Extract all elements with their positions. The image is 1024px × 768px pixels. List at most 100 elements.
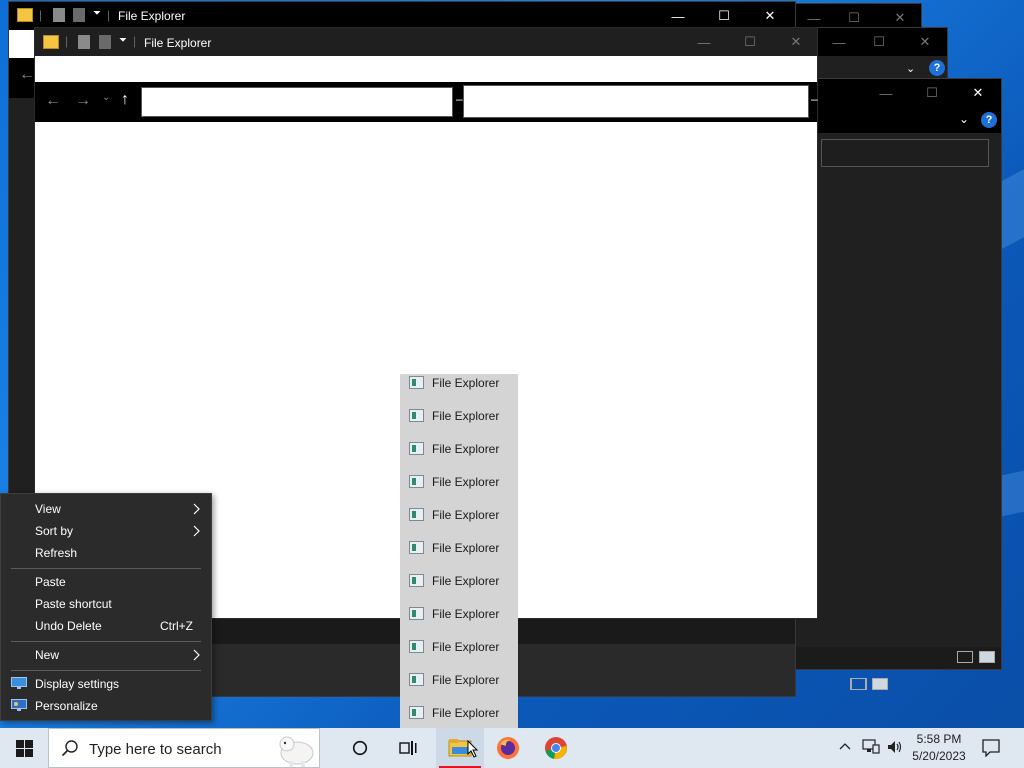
task-view-button[interactable] bbox=[384, 728, 432, 768]
list-item[interactable]: File Explorer bbox=[400, 531, 518, 564]
taskbar: Type here to search 5:58 PM 5/20/2023 bbox=[0, 728, 1024, 768]
window-thumbnail-icon bbox=[409, 442, 424, 455]
taskbar-jump-list: File Explorer File Explorer File Explore… bbox=[400, 374, 518, 728]
list-item[interactable]: File Explorer bbox=[400, 366, 518, 399]
window-thumbnail-icon bbox=[409, 541, 424, 554]
menu-item-paste-shortcut[interactable]: Paste shortcut bbox=[1, 593, 211, 615]
back-arrow-icon[interactable]: ← bbox=[45, 92, 61, 110]
menu-item-new[interactable]: New bbox=[1, 644, 211, 666]
help-icon[interactable]: ? bbox=[929, 60, 945, 76]
taskbar-chrome[interactable] bbox=[532, 728, 580, 768]
window-titlebar[interactable]: — ☐ ✕ bbox=[816, 28, 947, 56]
list-item[interactable]: File Explorer bbox=[400, 498, 518, 531]
minimize-button[interactable]: — bbox=[863, 79, 909, 107]
new-folder-icon[interactable] bbox=[73, 8, 85, 22]
menu-item-personalize[interactable]: Personalize bbox=[1, 695, 211, 717]
chevron-right-icon bbox=[193, 503, 201, 518]
window-thumbnail-icon bbox=[409, 706, 424, 719]
network-button[interactable] bbox=[862, 739, 880, 758]
chevron-down-icon[interactable]: ⌄ bbox=[959, 112, 975, 128]
large-icons-view-icon[interactable] bbox=[979, 651, 995, 663]
address-dropdown-icon[interactable]: – bbox=[456, 92, 463, 106]
task-view-icon bbox=[399, 741, 417, 755]
recent-locations-icon[interactable]: ⌄ bbox=[102, 92, 110, 103]
menu-item-view[interactable]: View bbox=[1, 498, 211, 520]
clock-date[interactable]: 5/20/2023 bbox=[908, 749, 970, 763]
close-button[interactable]: ✕ bbox=[773, 28, 819, 56]
notification-icon bbox=[982, 739, 1000, 758]
clock-time[interactable]: 5:58 PM bbox=[908, 732, 970, 746]
customize-toolbar-icon[interactable]: ⏷ bbox=[93, 8, 101, 19]
address-bar[interactable] bbox=[141, 87, 453, 117]
up-arrow-icon[interactable]: ↑ bbox=[121, 91, 129, 109]
menu-item-refresh[interactable]: Refresh bbox=[1, 542, 211, 564]
maximize-button[interactable]: ☐ bbox=[909, 79, 955, 107]
forward-arrow-icon[interactable]: → bbox=[75, 92, 91, 110]
list-item[interactable]: File Explorer bbox=[400, 630, 518, 663]
taskbar-firefox[interactable] bbox=[484, 728, 532, 768]
list-item[interactable]: File Explorer bbox=[400, 663, 518, 696]
maximize-button[interactable]: ☐ bbox=[701, 2, 747, 30]
minimize-button[interactable]: — bbox=[681, 28, 727, 56]
refresh-icon[interactable]: – bbox=[811, 92, 818, 106]
window-thumbnail-icon bbox=[409, 409, 424, 422]
separator-icon: | bbox=[133, 34, 137, 48]
mouse-cursor-icon bbox=[467, 739, 479, 761]
navigation-bar: ← → ⌄ ↑ – – bbox=[35, 82, 818, 122]
windows-logo-icon bbox=[15, 739, 33, 757]
maximize-button[interactable]: ☐ bbox=[727, 28, 773, 56]
window-thumbnail-icon bbox=[409, 376, 424, 389]
minimize-button[interactable]: — bbox=[655, 2, 701, 30]
list-item[interactable]: File Explorer bbox=[400, 432, 518, 465]
close-button[interactable]: ✕ bbox=[902, 28, 948, 56]
show-hidden-icons-button[interactable] bbox=[838, 740, 852, 757]
window-thumbnail-icon bbox=[409, 574, 424, 587]
list-item[interactable]: File Explorer bbox=[400, 597, 518, 630]
separator-icon: | bbox=[65, 34, 69, 48]
chevron-right-icon bbox=[193, 649, 201, 664]
details-view-icon[interactable] bbox=[957, 651, 973, 663]
close-button[interactable]: ✕ bbox=[955, 79, 1001, 107]
window-thumbnail-icon bbox=[409, 475, 424, 488]
chevron-up-icon bbox=[839, 743, 851, 750]
taskbar-file-explorer[interactable] bbox=[436, 728, 484, 768]
menu-item-display-settings[interactable]: Display settings bbox=[1, 673, 211, 695]
network-icon bbox=[862, 739, 880, 754]
close-button[interactable]: ✕ bbox=[747, 2, 793, 30]
maximize-button[interactable]: ☐ bbox=[856, 28, 902, 56]
menu-separator bbox=[11, 641, 201, 642]
window-titlebar[interactable]: | ⏷ | File Explorer — ☐ ✕ bbox=[35, 28, 817, 56]
customize-toolbar-icon[interactable]: ⏷ bbox=[119, 35, 127, 46]
menu-separator bbox=[11, 568, 201, 569]
list-item[interactable]: File Explorer bbox=[400, 465, 518, 498]
list-item[interactable]: File Explorer bbox=[400, 564, 518, 597]
help-icon[interactable]: ? bbox=[981, 112, 997, 128]
action-center-button[interactable] bbox=[982, 739, 1000, 760]
menu-item-paste[interactable]: Paste bbox=[1, 571, 211, 593]
properties-icon[interactable] bbox=[78, 35, 90, 49]
large-icons-view-icon[interactable] bbox=[872, 678, 888, 690]
menu-item-undo-delete[interactable]: Undo Delete Ctrl+Z bbox=[1, 615, 211, 637]
menu-separator bbox=[11, 670, 201, 671]
window-title: File Explorer bbox=[118, 9, 186, 23]
list-item[interactable]: File Explorer bbox=[400, 696, 518, 729]
details-view-icon[interactable] bbox=[850, 678, 866, 690]
list-item[interactable]: File Explorer bbox=[400, 399, 518, 432]
desktop-context-menu: View Sort by Refresh Paste Paste shortcu… bbox=[0, 493, 212, 721]
back-arrow-icon[interactable]: ← bbox=[19, 66, 35, 84]
firefox-icon bbox=[497, 737, 519, 759]
window-titlebar[interactable]: | ⏷ | File Explorer — ☐ ✕ bbox=[9, 2, 795, 30]
chrome-icon bbox=[545, 737, 567, 760]
window-thumbnail-icon bbox=[409, 607, 424, 620]
new-folder-icon[interactable] bbox=[99, 35, 111, 49]
chevron-down-icon[interactable]: ⌄ bbox=[906, 62, 926, 78]
start-button[interactable] bbox=[0, 728, 48, 768]
search-box[interactable] bbox=[463, 85, 809, 118]
personalize-icon bbox=[11, 699, 27, 712]
cortana-button[interactable] bbox=[336, 728, 384, 768]
search-box[interactable] bbox=[821, 139, 989, 167]
taskbar-search-box[interactable]: Type here to search bbox=[48, 728, 320, 768]
volume-button[interactable] bbox=[886, 739, 904, 758]
menu-item-sort-by[interactable]: Sort by bbox=[1, 520, 211, 542]
properties-icon[interactable] bbox=[53, 8, 65, 22]
